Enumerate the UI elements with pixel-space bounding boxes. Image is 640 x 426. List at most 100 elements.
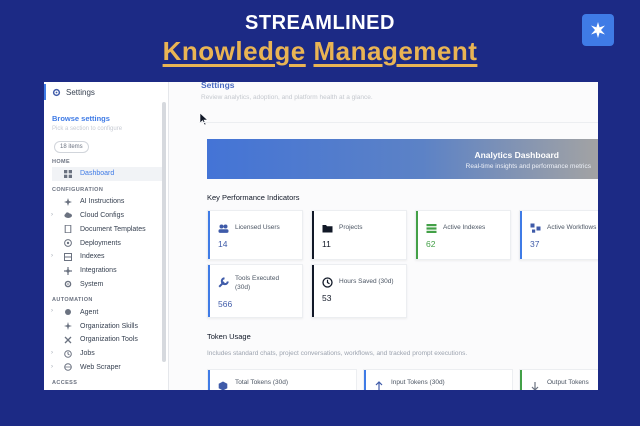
kpi-value: 37 [530,239,540,249]
promo-title: Knowledge Management [0,36,640,67]
token-section-title: Token Usage [207,332,251,341]
sidebar-item-label: Deployments [80,239,121,247]
deploy-icon [64,239,72,247]
main-content: Settings Review analytics, adoption, and… [169,82,598,390]
token-card-output[interactable]: Output Tokens [519,369,598,390]
users-icon [218,221,229,233]
token-card-label: Total Tokens (30d) [235,379,288,386]
card-accent [312,265,314,317]
section-automation: AUTOMATION [52,297,93,304]
kpi-label: Licensed Users [235,224,280,231]
items-count-badge: 18 items [54,141,89,153]
page-title: Settings [201,82,235,90]
kpi-card-active-workflows[interactable]: Active Workflows 37 [519,210,598,260]
sidebar-item-agent[interactable]: › Agent [44,305,168,319]
sidebar-item-cloud-configs[interactable]: › Cloud Configs [44,209,168,223]
sidebar-item-label: Jobs [80,350,95,358]
asterisk-logo-icon [591,22,605,38]
sidebar-item-indexes[interactable]: › Indexes [44,250,168,264]
sidebar-item-label: Web Scraper [80,363,121,371]
card-accent [520,370,522,390]
card-accent [208,211,210,259]
sidebar-scrollbar[interactable] [162,102,166,362]
sidebar-item-system[interactable]: System [44,278,168,292]
sidebar-item-organization-tools[interactable]: Organization Tools [44,333,168,347]
sidebar-item-label: Document Templates [80,225,146,233]
sidebar-item-dashboard[interactable]: Dashboard [52,167,162,181]
sidebar-item-ai-instructions[interactable]: AI Instructions [44,195,168,209]
kpi-label: Active Workflows [547,224,597,231]
promo-headline: STREAMLINED [245,12,395,34]
browse-settings-subtitle: Pick a section to configure [52,126,123,132]
sidebar-item-integrations[interactable]: Integrations [44,264,168,278]
token-card-total[interactable]: Total Tokens (30d) [207,369,357,390]
kpi-value: 566 [218,299,233,309]
promo-title-word-2: Management [313,36,478,66]
brand-logo [582,14,614,46]
sidebar-item-label: AI Instructions [80,198,125,206]
kpi-card-projects[interactable]: Projects 11 [311,210,407,260]
cloud-icon [64,211,72,219]
tools-icon [64,336,72,344]
sidebar-item-document-templates[interactable]: Document Templates [44,222,168,236]
sidebar-item-web-scraper[interactable]: › Web Scraper [44,361,168,375]
sidebar-item-label: Organization Tools [80,336,138,344]
browse-settings-title: Browse settings [52,114,110,123]
chevron-right-icon: › [51,252,53,259]
sidebar-header[interactable]: Settings [44,84,168,100]
globe-icon [64,363,72,372]
clock-icon [322,275,333,288]
chevron-right-icon: › [51,349,53,356]
banner-title: Analytics Dashboard [474,150,559,160]
card-accent [520,211,522,259]
wrench-icon [218,275,229,288]
workflow-icon [530,221,541,233]
cube-icon [218,378,228,390]
arrow-up-icon [374,378,384,390]
card-accent [208,265,210,317]
chevron-right-icon: › [51,211,53,218]
sparkle-icon [64,197,72,206]
kpi-value: 62 [426,239,436,249]
kpi-card-hours-saved[interactable]: Hours Saved (30d) 53 [311,264,407,318]
kpi-label: Projects [339,224,363,231]
indexes-icon [64,252,72,261]
chevron-right-icon: › [51,308,53,315]
dashboard-icon [64,169,72,178]
sidebar-item-organization-skills[interactable]: Organization Skills [44,319,168,333]
sidebar-item-jobs[interactable]: › Jobs [44,347,168,361]
token-card-label: Output Tokens [547,379,589,386]
token-card-input[interactable]: Input Tokens (30d) [363,369,513,390]
kpi-label: Tools Executed (30d) [235,275,280,291]
card-accent [416,211,418,259]
list-icon [426,221,437,233]
app-window: Settings Browse settings Pick a section … [44,82,598,390]
clock-icon [64,349,72,358]
kpi-label: Active Indexes [443,224,486,231]
gear-icon [52,88,61,96]
document-icon [64,225,72,234]
skills-icon [64,322,72,331]
card-accent [208,370,210,390]
chevron-right-icon: › [51,363,53,370]
sidebar-item-label: Organization Skills [80,322,138,330]
section-home: HOME [52,159,71,165]
sidebar-item-label: Cloud Configs [80,211,124,219]
kpi-label: Hours Saved (30d) [339,278,394,285]
kpi-card-active-indexes[interactable]: Active Indexes 62 [415,210,511,260]
kpi-section-title: Key Performance Indicators [207,193,300,202]
kpi-card-licensed-users[interactable]: Licensed Users 14 [207,210,303,260]
header-divider [199,122,598,123]
kpi-card-tools-executed[interactable]: Tools Executed (30d) 566 [207,264,303,318]
card-accent [364,370,366,390]
folder-icon [322,221,333,233]
card-accent [312,211,314,259]
gear-icon [64,280,72,288]
sidebar-item-label: System [80,280,104,288]
settings-sidebar: Settings Browse settings Pick a section … [44,82,169,390]
sidebar-item-deployments[interactable]: Deployments [44,236,168,250]
arrow-down-icon [530,378,540,390]
kpi-value: 53 [322,293,332,303]
sidebar-item-label: Integrations [80,267,117,275]
sidebar-item-label: Agent [80,308,99,316]
